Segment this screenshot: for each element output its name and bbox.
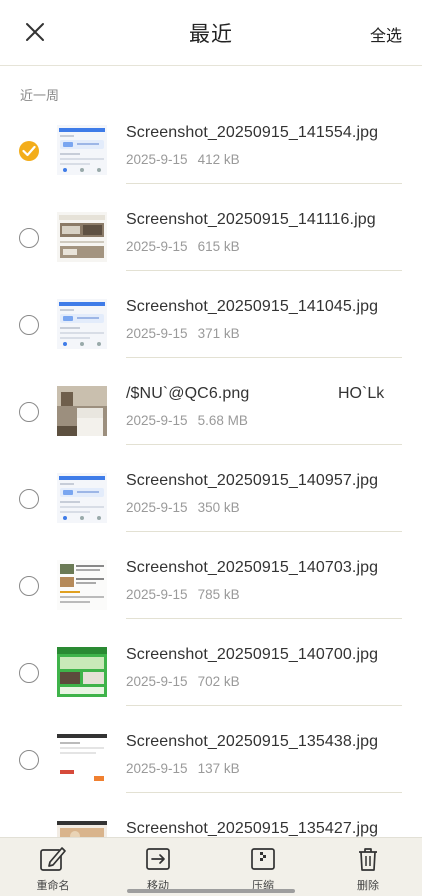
- move-button[interactable]: 移动: [128, 844, 188, 893]
- file-date: 2025-9-15: [126, 761, 188, 776]
- file-size: 371 kB: [197, 326, 240, 341]
- bottom-toolbar: 重命名 移动 压缩 删除: [0, 837, 422, 896]
- checkbox-unchecked[interactable]: [19, 228, 39, 248]
- row-divider: [126, 705, 402, 706]
- file-name: /$NU`@QC6.png: [126, 385, 250, 402]
- file-row[interactable]: Screenshot_20250915_140700.jpg 2025-9-15 7…: [0, 633, 422, 720]
- delete-button[interactable]: 删除: [338, 844, 398, 893]
- checkbox-unchecked[interactable]: [19, 576, 39, 596]
- file-name: Screenshot_20250915_141045.jpg: [126, 298, 379, 315]
- file-thumbnail[interactable]: [57, 734, 107, 784]
- file-size: 785 kB: [197, 587, 240, 602]
- delete-label: 删除: [357, 879, 379, 892]
- rename-label: 重命名: [36, 879, 70, 892]
- checkbox-unchecked[interactable]: [19, 315, 39, 335]
- file-meta: 2025-9-15 615 kB: [126, 239, 240, 254]
- row-divider: [126, 618, 402, 619]
- file-name: Screenshot_20250915_140700.jpg: [126, 646, 379, 663]
- file-size: 702 kB: [197, 674, 240, 689]
- file-meta: 2025-9-15 5.68 MB: [126, 413, 248, 428]
- file-size: 350 kB: [197, 500, 240, 515]
- file-name: Screenshot_20250915_135427.jpg: [126, 820, 379, 837]
- file-date: 2025-9-15: [126, 239, 188, 254]
- row-divider: [126, 183, 402, 184]
- file-meta: 2025-9-15 412 kB: [126, 152, 240, 167]
- file-size: 5.68 MB: [197, 413, 248, 428]
- checkbox-unchecked[interactable]: [19, 402, 39, 422]
- checkbox-unchecked[interactable]: [19, 663, 39, 683]
- file-thumbnail[interactable]: [57, 560, 107, 610]
- file-meta: 2025-9-15 702 kB: [126, 674, 240, 689]
- file-meta: 2025-9-15 137 kB: [126, 761, 240, 776]
- text-fade-overlay: [380, 382, 422, 408]
- compress-icon: [251, 848, 275, 870]
- file-row[interactable]: Screenshot_20250915_140957.jpg 2025-9-15 3…: [0, 459, 422, 546]
- page-title: 最近: [189, 22, 233, 46]
- checkbox-unchecked[interactable]: [19, 489, 39, 509]
- file-name: Screenshot_20250915_141554.jpg: [126, 124, 379, 141]
- rename-icon: [40, 847, 66, 871]
- file-date: 2025-9-15: [126, 413, 188, 428]
- file-date: 2025-9-15: [126, 500, 188, 515]
- file-row[interactable]: Screenshot_20250915_141116.jpg 2025-9-15 6…: [0, 198, 422, 285]
- file-name: Screenshot_20250915_140957.jpg: [126, 472, 379, 489]
- row-divider: [126, 270, 402, 271]
- file-date: 2025-9-15: [126, 152, 188, 167]
- row-divider: [126, 357, 402, 358]
- file-name-extra: HO`Lk: [338, 385, 385, 402]
- file-size: 412 kB: [197, 152, 240, 167]
- row-divider: [126, 444, 402, 445]
- file-date: 2025-9-15: [126, 326, 188, 341]
- file-row[interactable]: Screenshot_20250915_140703.jpg 2025-9-15 7…: [0, 546, 422, 633]
- file-meta: 2025-9-15 350 kB: [126, 500, 240, 515]
- file-size: 137 kB: [197, 761, 240, 776]
- row-divider: [126, 792, 402, 793]
- file-name: Screenshot_20250915_135438.jpg: [126, 733, 379, 750]
- file-row[interactable]: Screenshot_20250915_141554.jpg 2025-9-15 4…: [0, 111, 422, 198]
- file-name: Screenshot_20250915_141116.jpg: [126, 211, 376, 228]
- file-date: 2025-9-15: [126, 674, 188, 689]
- file-thumbnail[interactable]: [57, 386, 107, 436]
- check-icon: [22, 145, 36, 157]
- checkbox-unchecked[interactable]: [19, 750, 39, 770]
- checkbox-checked[interactable]: [19, 141, 39, 161]
- file-date: 2025-9-15: [126, 587, 188, 602]
- file-thumbnail[interactable]: [57, 212, 107, 262]
- select-all-button[interactable]: 全选: [370, 22, 402, 46]
- app-header: 最近 全选: [0, 0, 422, 66]
- file-row[interactable]: Screenshot_20250915_135438.jpg 2025-9-15 1…: [0, 720, 422, 807]
- file-meta: 2025-9-15 371 kB: [126, 326, 240, 341]
- row-divider: [126, 531, 402, 532]
- file-name: Screenshot_20250915_140703.jpg: [126, 559, 379, 576]
- move-icon: [146, 848, 170, 870]
- file-meta: 2025-9-15 785 kB: [126, 587, 240, 602]
- home-indicator: [127, 889, 295, 893]
- file-row[interactable]: Screenshot_20250915_141045.jpg 2025-9-15 3…: [0, 285, 422, 372]
- file-thumbnail[interactable]: [57, 299, 107, 349]
- file-thumbnail[interactable]: [57, 647, 107, 697]
- trash-icon: [359, 848, 377, 871]
- file-size: 615 kB: [197, 239, 240, 254]
- file-row[interactable]: /$NU`@QC6.png HO`Lk 2025-9-15 5.68 MB: [0, 372, 422, 459]
- file-thumbnail[interactable]: [57, 125, 107, 175]
- section-label-week: 近一周: [20, 89, 60, 104]
- rename-button[interactable]: 重命名: [23, 844, 83, 893]
- compress-button[interactable]: 压缩: [233, 844, 293, 893]
- file-thumbnail[interactable]: [57, 473, 107, 523]
